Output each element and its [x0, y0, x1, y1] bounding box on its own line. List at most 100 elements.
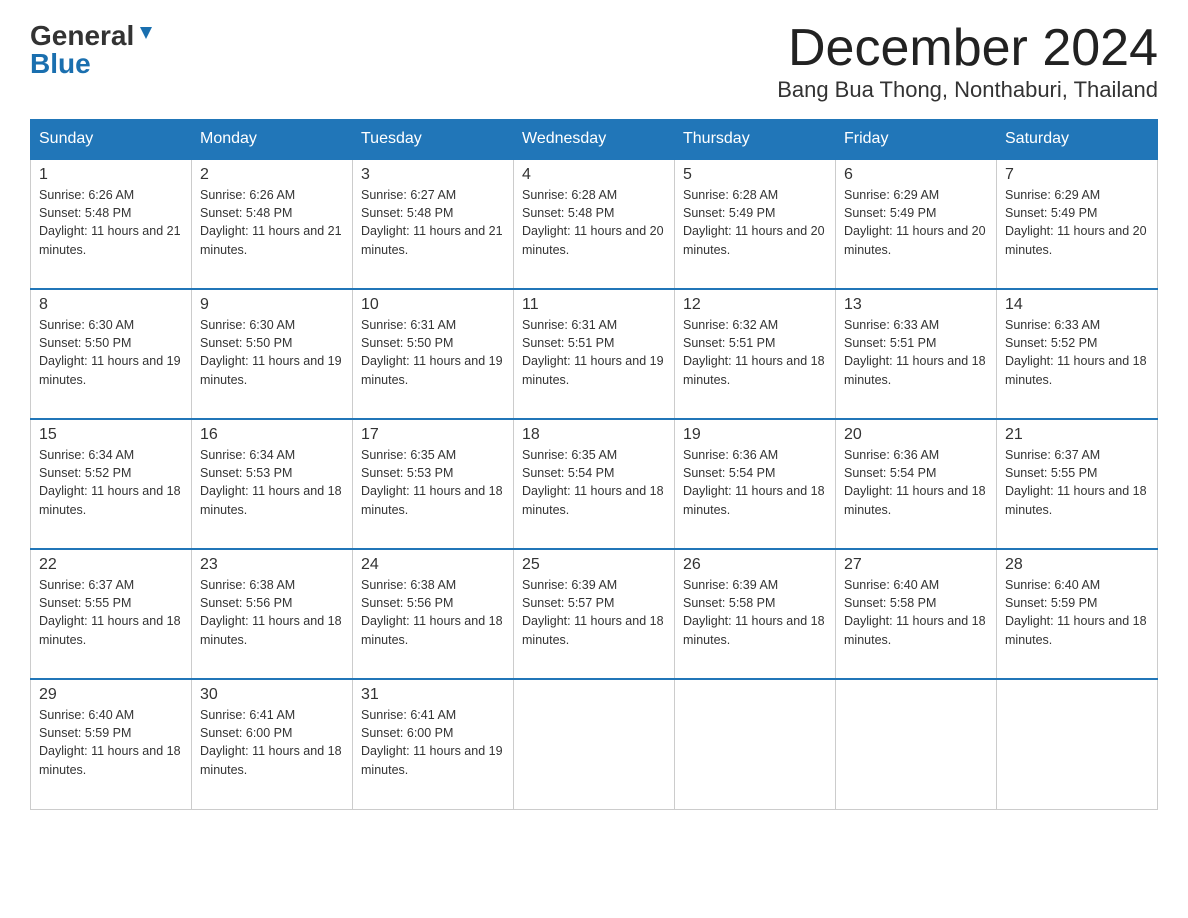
month-title: December 2024: [777, 20, 1158, 77]
day-cell: 24 Sunrise: 6:38 AMSunset: 5:56 PMDayligh…: [353, 549, 514, 679]
day-cell: 9Sunrise: 6:30 AMSunset: 5:50 PMDaylight…: [192, 289, 353, 419]
day-cell: 22 Sunrise: 6:37 AMSunset: 5:55 PMDayligh…: [31, 549, 192, 679]
day-number: 30: [200, 686, 344, 704]
day-number: 24: [361, 556, 505, 574]
day-number: 16: [200, 426, 344, 444]
day-cell: 29 Sunrise: 6:40 AMSunset: 5:59 PMDayligh…: [31, 679, 192, 809]
day-cell: [997, 679, 1158, 809]
day-info: Sunrise: 6:29 AMSunset: 5:49 PMDaylight:…: [1005, 186, 1149, 259]
day-number: 11: [522, 296, 666, 314]
day-number: 21: [1005, 426, 1149, 444]
day-info: Sunrise: 6:34 AMSunset: 5:53 PMDaylight:…: [200, 446, 344, 519]
day-number: 2: [200, 166, 344, 184]
day-info: Sunrise: 6:37 AMSunset: 5:55 PMDaylight:…: [39, 576, 183, 649]
day-number: 14: [1005, 296, 1149, 314]
day-number: 8: [39, 296, 183, 314]
day-info: Sunrise: 6:40 AMSunset: 5:59 PMDaylight:…: [39, 706, 183, 779]
day-cell: 12Sunrise: 6:32 AMSunset: 5:51 PMDayligh…: [675, 289, 836, 419]
day-number: 13: [844, 296, 988, 314]
day-info: Sunrise: 6:35 AMSunset: 5:53 PMDaylight:…: [361, 446, 505, 519]
day-cell: 18 Sunrise: 6:35 AMSunset: 5:54 PMDayligh…: [514, 419, 675, 549]
day-number: 7: [1005, 166, 1149, 184]
day-cell: 1Sunrise: 6:26 AMSunset: 5:48 PMDaylight…: [31, 159, 192, 289]
day-info: Sunrise: 6:27 AMSunset: 5:48 PMDaylight:…: [361, 186, 505, 259]
calendar-table: SundayMondayTuesdayWednesdayThursdayFrid…: [30, 119, 1158, 810]
day-number: 17: [361, 426, 505, 444]
day-info: Sunrise: 6:39 AMSunset: 5:57 PMDaylight:…: [522, 576, 666, 649]
day-cell: 28Sunrise: 6:40 AMSunset: 5:59 PMDayligh…: [997, 549, 1158, 679]
day-number: 19: [683, 426, 827, 444]
day-number: 4: [522, 166, 666, 184]
day-cell: 31 Sunrise: 6:41 AMSunset: 6:00 PMDayligh…: [353, 679, 514, 809]
day-number: 1: [39, 166, 183, 184]
day-info: Sunrise: 6:41 AMSunset: 6:00 PMDaylight:…: [361, 706, 505, 779]
logo-arrow-icon: [135, 23, 157, 45]
day-cell: 16 Sunrise: 6:34 AMSunset: 5:53 PMDayligh…: [192, 419, 353, 549]
location-title: Bang Bua Thong, Nonthaburi, Thailand: [777, 77, 1158, 103]
day-cell: 14 Sunrise: 6:33 AMSunset: 5:52 PMDayligh…: [997, 289, 1158, 419]
day-cell: 25 Sunrise: 6:39 AMSunset: 5:57 PMDayligh…: [514, 549, 675, 679]
day-info: Sunrise: 6:36 AMSunset: 5:54 PMDaylight:…: [844, 446, 988, 519]
header-cell-monday: Monday: [192, 120, 353, 160]
header-cell-thursday: Thursday: [675, 120, 836, 160]
week-row-4: 22 Sunrise: 6:37 AMSunset: 5:55 PMDayligh…: [31, 549, 1158, 679]
day-cell: 3 Sunrise: 6:27 AMSunset: 5:48 PMDaylight…: [353, 159, 514, 289]
day-info: Sunrise: 6:31 AMSunset: 5:51 PMDaylight:…: [522, 316, 666, 389]
day-number: 12: [683, 296, 827, 314]
logo: General Blue: [30, 20, 157, 80]
day-number: 25: [522, 556, 666, 574]
day-cell: 30Sunrise: 6:41 AMSunset: 6:00 PMDayligh…: [192, 679, 353, 809]
day-info: Sunrise: 6:34 AMSunset: 5:52 PMDaylight:…: [39, 446, 183, 519]
day-info: Sunrise: 6:31 AMSunset: 5:50 PMDaylight:…: [361, 316, 505, 389]
day-cell: 27Sunrise: 6:40 AMSunset: 5:58 PMDayligh…: [836, 549, 997, 679]
day-cell: 13Sunrise: 6:33 AMSunset: 5:51 PMDayligh…: [836, 289, 997, 419]
day-cell: 26Sunrise: 6:39 AMSunset: 5:58 PMDayligh…: [675, 549, 836, 679]
day-info: Sunrise: 6:29 AMSunset: 5:49 PMDaylight:…: [844, 186, 988, 259]
day-cell: 8 Sunrise: 6:30 AMSunset: 5:50 PMDaylight…: [31, 289, 192, 419]
day-number: 3: [361, 166, 505, 184]
day-cell: [836, 679, 997, 809]
calendar-body: 1 Sunrise: 6:26 AMSunset: 5:48 PMDaylight…: [31, 159, 1158, 809]
day-info: Sunrise: 6:28 AMSunset: 5:48 PMDaylight:…: [522, 186, 666, 259]
header-cell-friday: Friday: [836, 120, 997, 160]
day-cell: 21Sunrise: 6:37 AMSunset: 5:55 PMDayligh…: [997, 419, 1158, 549]
day-cell: 5 Sunrise: 6:28 AMSunset: 5:49 PMDaylight…: [675, 159, 836, 289]
day-cell: 4 Sunrise: 6:28 AMSunset: 5:48 PMDaylight…: [514, 159, 675, 289]
day-number: 20: [844, 426, 988, 444]
week-row-1: 1 Sunrise: 6:26 AMSunset: 5:48 PMDaylight…: [31, 159, 1158, 289]
day-info: Sunrise: 6:38 AMSunset: 5:56 PMDaylight:…: [200, 576, 344, 649]
calendar-header: SundayMondayTuesdayWednesdayThursdayFrid…: [31, 120, 1158, 160]
title-block: December 2024 Bang Bua Thong, Nonthaburi…: [777, 20, 1158, 103]
day-info: Sunrise: 6:33 AMSunset: 5:52 PMDaylight:…: [1005, 316, 1149, 389]
day-number: 29: [39, 686, 183, 704]
week-row-2: 8 Sunrise: 6:30 AMSunset: 5:50 PMDaylight…: [31, 289, 1158, 419]
day-number: 28: [1005, 556, 1149, 574]
day-info: Sunrise: 6:30 AMSunset: 5:50 PMDaylight:…: [39, 316, 183, 389]
day-number: 10: [361, 296, 505, 314]
day-cell: [675, 679, 836, 809]
day-cell: 20 Sunrise: 6:36 AMSunset: 5:54 PMDayligh…: [836, 419, 997, 549]
day-info: Sunrise: 6:36 AMSunset: 5:54 PMDaylight:…: [683, 446, 827, 519]
header-cell-wednesday: Wednesday: [514, 120, 675, 160]
day-number: 27: [844, 556, 988, 574]
day-info: Sunrise: 6:35 AMSunset: 5:54 PMDaylight:…: [522, 446, 666, 519]
header-cell-saturday: Saturday: [997, 120, 1158, 160]
day-cell: 19 Sunrise: 6:36 AMSunset: 5:54 PMDayligh…: [675, 419, 836, 549]
week-row-3: 15 Sunrise: 6:34 AMSunset: 5:52 PMDayligh…: [31, 419, 1158, 549]
header-row: SundayMondayTuesdayWednesdayThursdayFrid…: [31, 120, 1158, 160]
day-cell: 17 Sunrise: 6:35 AMSunset: 5:53 PMDayligh…: [353, 419, 514, 549]
day-info: Sunrise: 6:28 AMSunset: 5:49 PMDaylight:…: [683, 186, 827, 259]
day-cell: [514, 679, 675, 809]
day-number: 23: [200, 556, 344, 574]
day-cell: 23 Sunrise: 6:38 AMSunset: 5:56 PMDayligh…: [192, 549, 353, 679]
day-number: 15: [39, 426, 183, 444]
day-number: 22: [39, 556, 183, 574]
page-header: General Blue December 2024 Bang Bua Thon…: [30, 20, 1158, 103]
day-number: 31: [361, 686, 505, 704]
day-info: Sunrise: 6:38 AMSunset: 5:56 PMDaylight:…: [361, 576, 505, 649]
day-cell: 15 Sunrise: 6:34 AMSunset: 5:52 PMDayligh…: [31, 419, 192, 549]
day-number: 5: [683, 166, 827, 184]
day-cell: 6Sunrise: 6:29 AMSunset: 5:49 PMDaylight…: [836, 159, 997, 289]
day-number: 18: [522, 426, 666, 444]
day-info: Sunrise: 6:26 AMSunset: 5:48 PMDaylight:…: [200, 186, 344, 259]
